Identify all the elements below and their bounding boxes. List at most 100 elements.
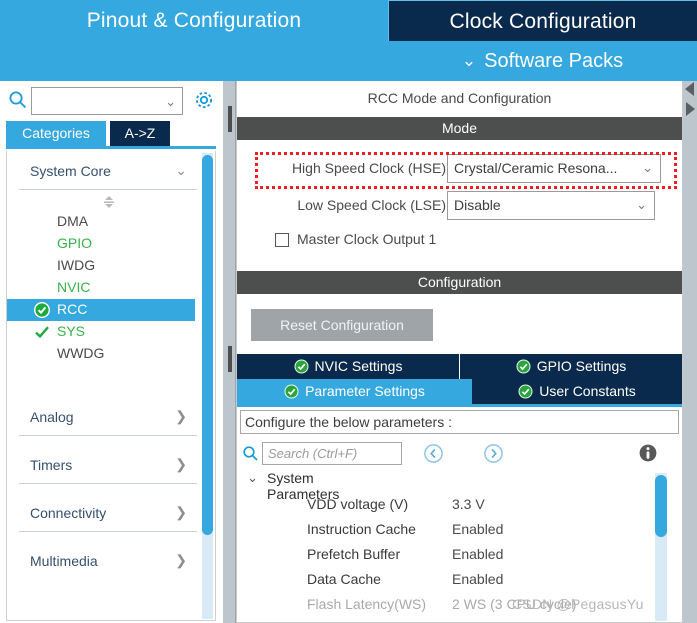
parameter-value: Enabled [452,521,504,537]
tab-nvic-settings[interactable]: NVIC Settings [237,354,459,379]
mode-row-label: High Speed Clock (HSE) [291,160,446,176]
master-clock-output-checkbox[interactable] [275,233,289,247]
stm32cubemx-window: Pinout & Configuration Clock Configurati… [0,0,697,623]
sidebar-group-system-core[interactable]: System Core ⌄ [7,155,199,189]
parameter-row[interactable]: Data Cache Enabled [237,568,662,593]
parameter-value: Enabled [452,571,504,587]
tab-categories[interactable]: Categories [6,121,106,146]
green-check-icon [294,357,309,374]
category-tabs-underline [6,146,216,149]
sidebar-item-label: GPIO [57,235,93,251]
software-packs-label: Software Packs [484,50,624,72]
prev-circle-icon[interactable] [423,443,444,464]
parameter-row[interactable]: Prefetch Buffer Enabled [237,543,662,568]
sidebar-item-iwdg[interactable]: IWDG [7,255,195,277]
parameter-search-input[interactable]: Search (Ctrl+F) [262,442,402,465]
divider [19,531,197,532]
lse-mode-select[interactable]: Disable ⌄ [447,191,655,220]
master-clock-output-row[interactable]: Master Clock Output 1 [237,229,682,255]
peripheral-tree: System Core ⌄ DMA GPIO IWDG NVIC RCC SYS… [6,151,216,621]
hse-mode-select[interactable]: Crystal/Ceramic Resona... ⌄ [447,154,661,183]
topbar-filler [0,41,388,81]
triangle-left-icon[interactable] [684,81,696,97]
panel-collapse-strip [683,81,697,623]
gear-icon[interactable] [192,88,216,112]
tab-parameter-settings[interactable]: Parameter Settings [237,379,472,404]
green-check-icon [518,382,533,399]
sidebar-group-timers[interactable]: Timers ❯ [7,449,199,483]
sidebar-group-label: Analog [30,409,74,425]
parameter-name: Prefetch Buffer [307,546,401,562]
sidebar-item-sys[interactable]: SYS [7,321,195,343]
green-check-icon [516,357,531,374]
sidebar-group-label: Multimedia [30,553,98,569]
chevron-right-icon: ❯ [175,504,187,520]
green-check-icon [284,382,299,399]
green-check-circle-icon [33,301,51,319]
config-tabs-underline [237,404,682,407]
reset-configuration-button[interactable]: Reset Configuration [251,309,433,341]
sidebar-item-nvic[interactable]: NVIC [7,277,195,299]
tab-label: User Constants [539,383,636,399]
chevron-down-icon: ⌄ [642,160,653,175]
mode-row-label: Low Speed Clock (LSE) [297,197,446,213]
search-icon [8,90,28,110]
sidebar-item-label: IWDG [57,257,96,273]
tab-label: GPIO Settings [536,358,627,374]
divider [19,435,197,436]
sidebar-item-label: RCC [57,301,88,317]
parameter-row[interactable]: VDD voltage (V) 3.3 V [237,493,662,518]
configuration-section-header: Configuration [237,271,682,294]
splitter-notch [228,106,232,132]
sidebar-item-rcc[interactable]: RCC [7,299,195,321]
sidebar-item-wwdg[interactable]: WWDG [7,343,195,365]
lse-mode-value: Disable [454,197,501,213]
sidebar-item-dma[interactable]: DMA [7,211,195,233]
triangle-right-icon[interactable] [684,101,696,117]
tab-label: Parameter Settings [305,383,425,399]
tab-user-constants[interactable]: User Constants [472,379,682,404]
parameter-row[interactable]: Instruction Cache Enabled [237,518,662,543]
splitter-notch [228,346,232,372]
chevron-right-icon: ❯ [175,456,187,472]
mode-section-header: Mode [237,117,682,140]
tab-clock-configuration[interactable]: Clock Configuration [388,0,697,41]
sidebar-group-multimedia[interactable]: Multimedia ❯ [7,545,199,579]
mode-row-hse: High Speed Clock (HSE) Crystal/Ceramic R… [237,154,682,184]
parameter-search-row: Search (Ctrl+F) [237,441,682,469]
chevron-down-icon: ⌄ [461,51,477,70]
tree-drag-handle[interactable] [101,195,117,209]
watermark: CSDN @PegasusYu [512,596,644,612]
config-tab-row-bottom: Parameter Settings User Constants [237,379,682,404]
divider [19,189,197,190]
chevron-down-icon: ⌄ [165,94,176,109]
chevron-down-icon: ⌄ [175,162,187,178]
tab-a-to-z[interactable]: A->Z [110,121,170,146]
next-circle-icon[interactable] [483,443,504,464]
sidebar-category-tabs: Categories A->Z [6,121,222,146]
config-tab-row-top: NVIC Settings GPIO Settings [237,354,682,379]
sidebar-search-row: ⌄ [0,83,222,120]
sidebar-item-label: NVIC [57,279,91,295]
chevron-down-icon[interactable]: ⌄ [247,470,258,486]
hse-mode-value: Crystal/Ceramic Resona... [454,160,618,176]
sidebar-item-gpio[interactable]: GPIO [7,233,195,255]
parameter-name: Instruction Cache [307,521,416,537]
sidebar-item-label: WWDG [57,345,105,361]
tab-gpio-settings[interactable]: GPIO Settings [460,354,682,379]
sidebar-scrollbar-thumb[interactable] [202,155,213,535]
green-check-icon [33,323,51,341]
sidebar-group-analog[interactable]: Analog ❯ [7,401,199,435]
chevron-right-icon: ❯ [175,552,187,568]
sidebar-group-connectivity[interactable]: Connectivity ❯ [7,497,199,531]
parameter-value: Enabled [452,546,504,562]
top-tab-bar: Pinout & Configuration Clock Configurati… [0,0,697,41]
software-packs-menu[interactable]: ⌄ Software Packs [388,41,697,81]
panel-splitter[interactable] [222,81,236,623]
sidebar-item-label: SYS [57,323,86,339]
parameter-scrollbar-thumb[interactable] [655,475,667,537]
info-icon[interactable] [637,442,659,464]
tab-pinout-configuration[interactable]: Pinout & Configuration [0,0,388,41]
search-input[interactable]: ⌄ [31,87,183,115]
mode-row-lse: Low Speed Clock (LSE) Disable ⌄ [237,191,682,221]
